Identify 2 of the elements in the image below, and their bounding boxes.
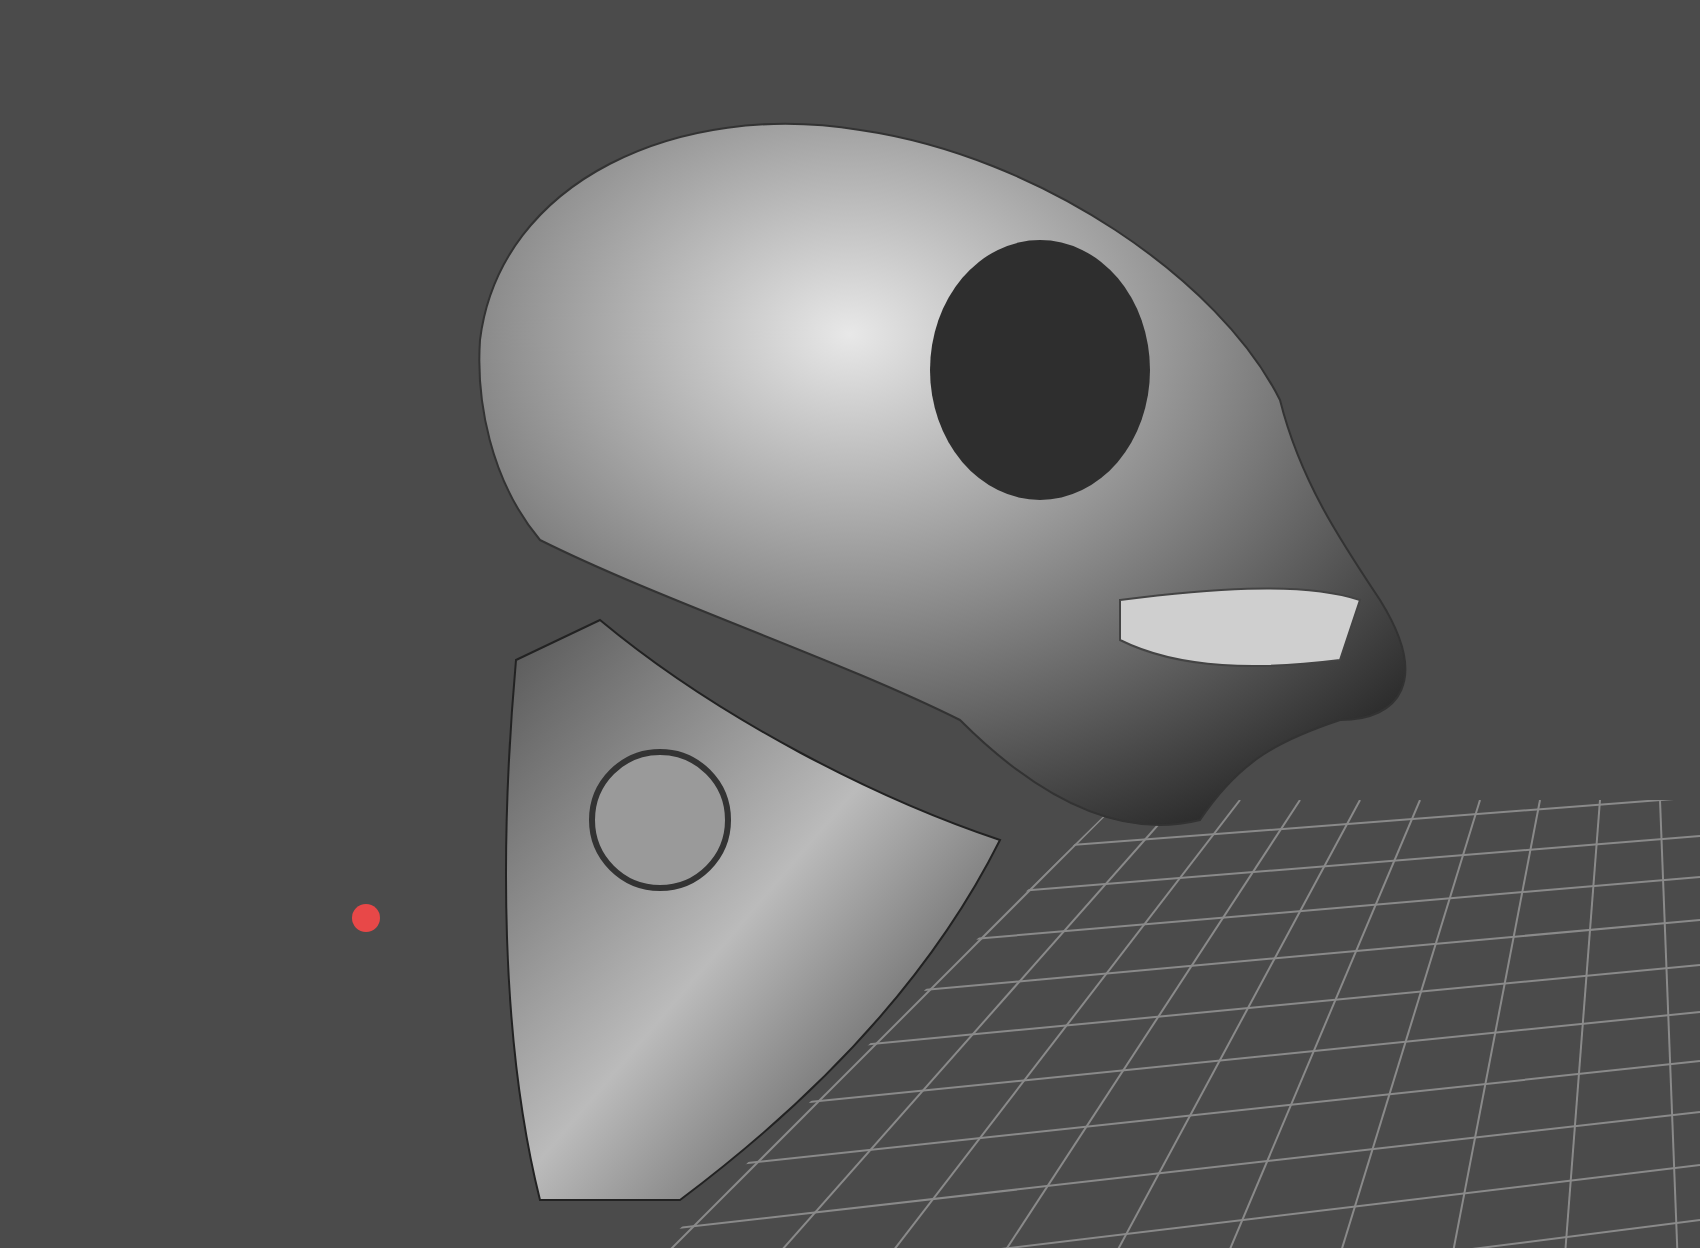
viewport[interactable]	[0, 0, 1700, 1248]
pivot-marker[interactable]	[352, 904, 380, 932]
